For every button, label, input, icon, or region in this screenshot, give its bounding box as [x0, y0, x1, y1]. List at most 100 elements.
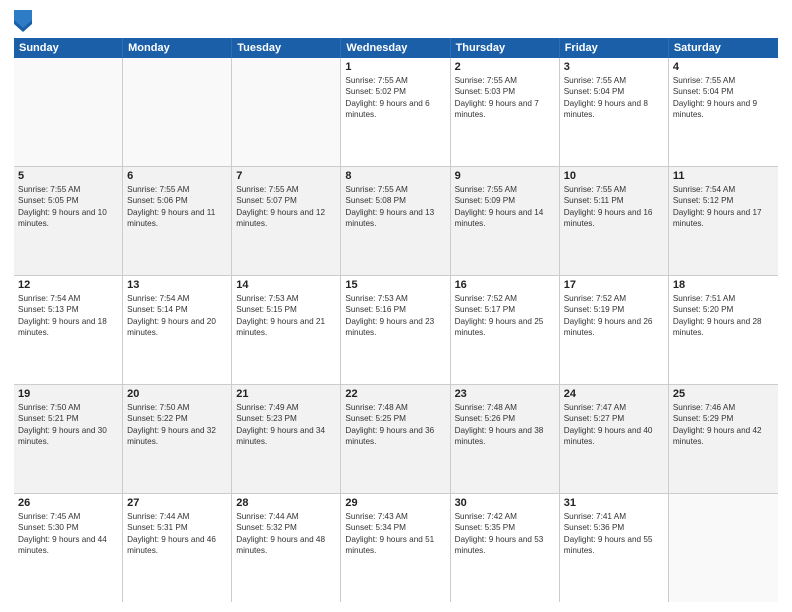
- sun-info: Sunrise: 7:55 AM Sunset: 5:05 PM Dayligh…: [18, 184, 118, 230]
- calendar-cell-2-1: 5 Sunrise: 7:55 AM Sunset: 5:05 PM Daylig…: [14, 167, 123, 275]
- day-number: 3: [564, 61, 664, 73]
- calendar-weekday-friday: Friday: [560, 38, 669, 58]
- calendar-week-3: 12 Sunrise: 7:54 AM Sunset: 5:13 PM Dayli…: [14, 276, 778, 385]
- day-number: 24: [564, 388, 664, 400]
- calendar-cell-1-3: [232, 58, 341, 166]
- sun-info: Sunrise: 7:44 AM Sunset: 5:31 PM Dayligh…: [127, 511, 227, 557]
- sun-info: Sunrise: 7:52 AM Sunset: 5:17 PM Dayligh…: [455, 293, 555, 339]
- calendar-cell-3-5: 16 Sunrise: 7:52 AM Sunset: 5:17 PM Dayli…: [451, 276, 560, 384]
- sun-info: Sunrise: 7:53 AM Sunset: 5:15 PM Dayligh…: [236, 293, 336, 339]
- calendar-cell-5-2: 27 Sunrise: 7:44 AM Sunset: 5:31 PM Dayli…: [123, 494, 232, 602]
- calendar-body: 1 Sunrise: 7:55 AM Sunset: 5:02 PM Daylig…: [14, 58, 778, 602]
- day-number: 16: [455, 279, 555, 291]
- logo-icon: [14, 10, 32, 32]
- calendar-cell-4-1: 19Sunrise: 7:50 AM Sunset: 5:21 PM Dayli…: [14, 385, 123, 493]
- calendar-cell-2-5: 9 Sunrise: 7:55 AM Sunset: 5:09 PM Daylig…: [451, 167, 560, 275]
- day-number: 31: [564, 497, 664, 509]
- day-number: 17: [564, 279, 664, 291]
- calendar-cell-3-6: 17 Sunrise: 7:52 AM Sunset: 5:19 PM Dayli…: [560, 276, 669, 384]
- day-number: 2: [455, 61, 555, 73]
- day-number: 5: [18, 170, 118, 182]
- day-number: 19: [18, 388, 118, 400]
- calendar-cell-5-6: 31 Sunrise: 7:41 AM Sunset: 5:36 PM Dayli…: [560, 494, 669, 602]
- day-number: 27: [127, 497, 227, 509]
- day-number: 22: [345, 388, 445, 400]
- calendar: SundayMondayTuesdayWednesdayThursdayFrid…: [14, 38, 778, 602]
- sun-info: Sunrise: 7:50 AM Sunset: 5:22 PM Dayligh…: [127, 402, 227, 448]
- calendar-cell-3-4: 15Sunrise: 7:53 AM Sunset: 5:16 PM Dayli…: [341, 276, 450, 384]
- calendar-weekday-sunday: Sunday: [14, 38, 123, 58]
- calendar-cell-2-3: 7 Sunrise: 7:55 AM Sunset: 5:07 PM Daylig…: [232, 167, 341, 275]
- calendar-cell-2-2: 6 Sunrise: 7:55 AM Sunset: 5:06 PM Daylig…: [123, 167, 232, 275]
- calendar-cell-4-4: 22 Sunrise: 7:48 AM Sunset: 5:25 PM Dayli…: [341, 385, 450, 493]
- calendar-cell-4-5: 23 Sunrise: 7:48 AM Sunset: 5:26 PM Dayli…: [451, 385, 560, 493]
- day-number: 25: [673, 388, 774, 400]
- calendar-header: SundayMondayTuesdayWednesdayThursdayFrid…: [14, 38, 778, 58]
- day-number: 11: [673, 170, 774, 182]
- calendar-cell-5-1: 26 Sunrise: 7:45 AM Sunset: 5:30 PM Dayli…: [14, 494, 123, 602]
- calendar-cell-1-6: 3Sunrise: 7:55 AM Sunset: 5:04 PM Daylig…: [560, 58, 669, 166]
- day-number: 21: [236, 388, 336, 400]
- day-number: 12: [18, 279, 118, 291]
- sun-info: Sunrise: 7:48 AM Sunset: 5:26 PM Dayligh…: [455, 402, 555, 448]
- calendar-cell-5-3: 28Sunrise: 7:44 AM Sunset: 5:32 PM Dayli…: [232, 494, 341, 602]
- calendar-weekday-tuesday: Tuesday: [232, 38, 341, 58]
- sun-info: Sunrise: 7:55 AM Sunset: 5:02 PM Dayligh…: [345, 75, 445, 121]
- calendar-weekday-thursday: Thursday: [451, 38, 560, 58]
- calendar-weekday-monday: Monday: [123, 38, 232, 58]
- calendar-weekday-saturday: Saturday: [669, 38, 778, 58]
- sun-info: Sunrise: 7:52 AM Sunset: 5:19 PM Dayligh…: [564, 293, 664, 339]
- sun-info: Sunrise: 7:53 AM Sunset: 5:16 PM Dayligh…: [345, 293, 445, 339]
- calendar-cell-4-6: 24 Sunrise: 7:47 AM Sunset: 5:27 PM Dayli…: [560, 385, 669, 493]
- day-number: 8: [345, 170, 445, 182]
- calendar-cell-1-2: [123, 58, 232, 166]
- sun-info: Sunrise: 7:55 AM Sunset: 5:11 PM Dayligh…: [564, 184, 664, 230]
- sun-info: Sunrise: 7:51 AM Sunset: 5:20 PM Dayligh…: [673, 293, 774, 339]
- calendar-cell-5-7: [669, 494, 778, 602]
- day-number: 23: [455, 388, 555, 400]
- calendar-cell-2-6: 10 Sunrise: 7:55 AM Sunset: 5:11 PM Dayli…: [560, 167, 669, 275]
- sun-info: Sunrise: 7:47 AM Sunset: 5:27 PM Dayligh…: [564, 402, 664, 448]
- day-number: 14: [236, 279, 336, 291]
- sun-info: Sunrise: 7:54 AM Sunset: 5:13 PM Dayligh…: [18, 293, 118, 339]
- calendar-cell-4-2: 20 Sunrise: 7:50 AM Sunset: 5:22 PM Dayli…: [123, 385, 232, 493]
- calendar-cell-3-1: 12 Sunrise: 7:54 AM Sunset: 5:13 PM Dayli…: [14, 276, 123, 384]
- calendar-cell-1-1: [14, 58, 123, 166]
- calendar-cell-4-3: 21Sunrise: 7:49 AM Sunset: 5:23 PM Dayli…: [232, 385, 341, 493]
- sun-info: Sunrise: 7:55 AM Sunset: 5:07 PM Dayligh…: [236, 184, 336, 230]
- day-number: 13: [127, 279, 227, 291]
- calendar-cell-1-5: 2Sunrise: 7:55 AM Sunset: 5:03 PM Daylig…: [451, 58, 560, 166]
- day-number: 9: [455, 170, 555, 182]
- sun-info: Sunrise: 7:41 AM Sunset: 5:36 PM Dayligh…: [564, 511, 664, 557]
- calendar-week-2: 5 Sunrise: 7:55 AM Sunset: 5:05 PM Daylig…: [14, 167, 778, 276]
- calendar-cell-5-4: 29 Sunrise: 7:43 AM Sunset: 5:34 PM Dayli…: [341, 494, 450, 602]
- sun-info: Sunrise: 7:44 AM Sunset: 5:32 PM Dayligh…: [236, 511, 336, 557]
- calendar-cell-1-7: 4 Sunrise: 7:55 AM Sunset: 5:04 PM Daylig…: [669, 58, 778, 166]
- day-number: 26: [18, 497, 118, 509]
- calendar-weekday-wednesday: Wednesday: [341, 38, 450, 58]
- calendar-week-4: 19Sunrise: 7:50 AM Sunset: 5:21 PM Dayli…: [14, 385, 778, 494]
- sun-info: Sunrise: 7:55 AM Sunset: 5:09 PM Dayligh…: [455, 184, 555, 230]
- day-number: 7: [236, 170, 336, 182]
- sun-info: Sunrise: 7:55 AM Sunset: 5:04 PM Dayligh…: [673, 75, 774, 121]
- sun-info: Sunrise: 7:45 AM Sunset: 5:30 PM Dayligh…: [18, 511, 118, 557]
- page: SundayMondayTuesdayWednesdayThursdayFrid…: [0, 0, 792, 612]
- day-number: 1: [345, 61, 445, 73]
- day-number: 4: [673, 61, 774, 73]
- calendar-week-1: 1 Sunrise: 7:55 AM Sunset: 5:02 PM Daylig…: [14, 58, 778, 167]
- sun-info: Sunrise: 7:48 AM Sunset: 5:25 PM Dayligh…: [345, 402, 445, 448]
- sun-info: Sunrise: 7:54 AM Sunset: 5:14 PM Dayligh…: [127, 293, 227, 339]
- day-number: 18: [673, 279, 774, 291]
- calendar-cell-4-7: 25Sunrise: 7:46 AM Sunset: 5:29 PM Dayli…: [669, 385, 778, 493]
- day-number: 6: [127, 170, 227, 182]
- calendar-cell-3-2: 13 Sunrise: 7:54 AM Sunset: 5:14 PM Dayli…: [123, 276, 232, 384]
- day-number: 20: [127, 388, 227, 400]
- day-number: 30: [455, 497, 555, 509]
- day-number: 10: [564, 170, 664, 182]
- calendar-cell-2-4: 8Sunrise: 7:55 AM Sunset: 5:08 PM Daylig…: [341, 167, 450, 275]
- calendar-week-5: 26 Sunrise: 7:45 AM Sunset: 5:30 PM Dayli…: [14, 494, 778, 602]
- sun-info: Sunrise: 7:55 AM Sunset: 5:06 PM Dayligh…: [127, 184, 227, 230]
- day-number: 29: [345, 497, 445, 509]
- calendar-cell-1-4: 1 Sunrise: 7:55 AM Sunset: 5:02 PM Daylig…: [341, 58, 450, 166]
- sun-info: Sunrise: 7:43 AM Sunset: 5:34 PM Dayligh…: [345, 511, 445, 557]
